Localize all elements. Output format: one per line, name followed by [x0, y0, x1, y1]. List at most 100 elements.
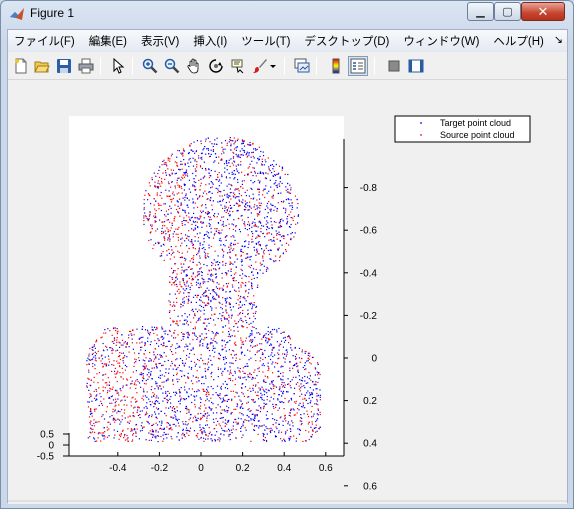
- point-cloud-point: [275, 406, 277, 408]
- zoom-in-icon[interactable]: [140, 56, 160, 76]
- menu-insert[interactable]: 挿入(I): [186, 33, 234, 49]
- point-cloud-point: [131, 430, 133, 432]
- print-icon[interactable]: [76, 56, 96, 76]
- point-cloud-point: [226, 185, 228, 187]
- point-cloud-point: [217, 368, 219, 371]
- insert-legend-icon[interactable]: [348, 56, 368, 76]
- point-cloud-point: [142, 373, 144, 375]
- data-cursor-icon[interactable]: [228, 56, 248, 76]
- point-cloud-point: [230, 353, 233, 356]
- menu-overflow-icon[interactable]: ↘: [554, 33, 563, 46]
- point-cloud-point: [210, 245, 212, 248]
- point-cloud-point: [305, 368, 307, 370]
- point-cloud-point: [283, 341, 286, 343]
- point-cloud-point: [203, 313, 205, 315]
- point-cloud-point: [292, 217, 294, 219]
- point-cloud-point: [174, 329, 176, 332]
- point-cloud-point: [178, 364, 180, 366]
- point-cloud-point: [200, 300, 202, 302]
- menu-view[interactable]: 表示(V): [134, 33, 186, 49]
- minimize-button[interactable]: ▁: [467, 2, 494, 21]
- figure-client-area: ファイル(F) 編集(E) 表示(V) 挿入(I) ツール(T) デスクトップ(…: [7, 29, 568, 504]
- point-cloud-point: [317, 394, 320, 397]
- point-cloud-point: [245, 300, 247, 302]
- menu-edit[interactable]: 編集(E): [82, 33, 134, 49]
- point-cloud-point: [186, 215, 188, 217]
- brush-icon[interactable]: [250, 56, 270, 76]
- menu-desktop[interactable]: デスクトップ(D): [297, 33, 396, 49]
- point-cloud-point: [186, 280, 188, 282]
- point-cloud-point: [281, 218, 283, 220]
- point-cloud-point: [288, 199, 290, 201]
- point-cloud-point: [279, 177, 281, 179]
- insert-colorbar-icon[interactable]: [326, 56, 346, 76]
- point-cloud-point: [161, 356, 163, 358]
- point-cloud-point: [296, 198, 298, 201]
- close-button[interactable]: ✕: [521, 2, 565, 21]
- point-cloud-point: [143, 223, 145, 225]
- title-bar[interactable]: Figure 1 ▁ ▢ ✕: [1, 1, 573, 27]
- point-cloud-point: [175, 297, 178, 299]
- maximize-button[interactable]: ▢: [494, 2, 521, 21]
- point-cloud-point: [297, 371, 299, 373]
- point-cloud-point: [120, 433, 122, 435]
- point-cloud-point: [234, 197, 237, 199]
- menu-file[interactable]: ファイル(F): [8, 33, 82, 49]
- pan-hand-icon[interactable]: [184, 56, 204, 76]
- point-cloud-point: [278, 231, 280, 233]
- point-cloud-point: [158, 169, 160, 171]
- point-cloud-point: [101, 362, 103, 365]
- point-cloud-point: [200, 437, 202, 439]
- point-cloud-point: [139, 337, 141, 339]
- menu-window[interactable]: ウィンドウ(W): [396, 33, 486, 49]
- menu-tools[interactable]: ツール(T): [234, 33, 297, 49]
- point-cloud-point: [171, 409, 173, 412]
- legend[interactable]: Target point cloud Source point cloud: [394, 115, 531, 143]
- point-cloud-point: [225, 211, 227, 214]
- link-plot-icon[interactable]: [292, 56, 312, 76]
- point-cloud-point: [291, 208, 293, 210]
- hide-plot-tools-icon[interactable]: [384, 56, 404, 76]
- point-cloud-point: [245, 203, 247, 205]
- point-cloud-point: [211, 261, 213, 264]
- point-cloud-point: [159, 183, 161, 185]
- point-cloud-point: [279, 220, 281, 222]
- point-cloud-point: [155, 422, 157, 424]
- point-cloud-point: [162, 392, 164, 394]
- point-cloud-point: [213, 268, 215, 270]
- point-cloud-point: [244, 205, 246, 207]
- rotate-3d-icon[interactable]: [206, 56, 226, 76]
- point-cloud-point: [104, 382, 106, 384]
- new-figure-icon[interactable]: [11, 56, 31, 76]
- point-cloud-point: [199, 217, 201, 219]
- point-cloud-point: [196, 254, 198, 256]
- point-cloud-point: [87, 377, 89, 379]
- point-cloud-point: [116, 392, 118, 394]
- point-cloud-point: [300, 387, 302, 389]
- open-file-icon[interactable]: [32, 56, 52, 76]
- point-cloud-point: [275, 163, 277, 166]
- point-cloud-point: [285, 208, 287, 210]
- point-cloud-point: [193, 332, 195, 334]
- point-cloud-point: [97, 382, 99, 384]
- brush-dropdown-icon[interactable]: [268, 56, 278, 76]
- zoom-out-icon[interactable]: [162, 56, 182, 76]
- point-cloud-point: [206, 420, 208, 422]
- point-cloud-point: [113, 418, 116, 421]
- scatter-3d-plot[interactable]: -0.4 -0.2 0 0.2 0.4 0.6 -0.8-0.6-0.4-0.200.20…: [8, 81, 567, 504]
- point-cloud-point: [254, 318, 256, 320]
- show-plot-tools-icon[interactable]: [406, 56, 426, 76]
- edit-plot-arrow-icon[interactable]: [108, 56, 128, 76]
- menu-help[interactable]: ヘルプ(H): [486, 33, 550, 49]
- point-cloud-point: [116, 339, 118, 341]
- point-cloud-point: [250, 156, 252, 158]
- point-cloud-point: [316, 371, 318, 373]
- point-cloud-point: [272, 355, 274, 358]
- point-cloud-point: [119, 411, 121, 413]
- save-icon[interactable]: [54, 56, 74, 76]
- point-cloud-point: [283, 418, 286, 420]
- point-cloud-point: [284, 384, 286, 386]
- point-cloud-point: [169, 304, 171, 306]
- point-cloud-point: [209, 191, 211, 193]
- point-cloud-point: [301, 420, 303, 422]
